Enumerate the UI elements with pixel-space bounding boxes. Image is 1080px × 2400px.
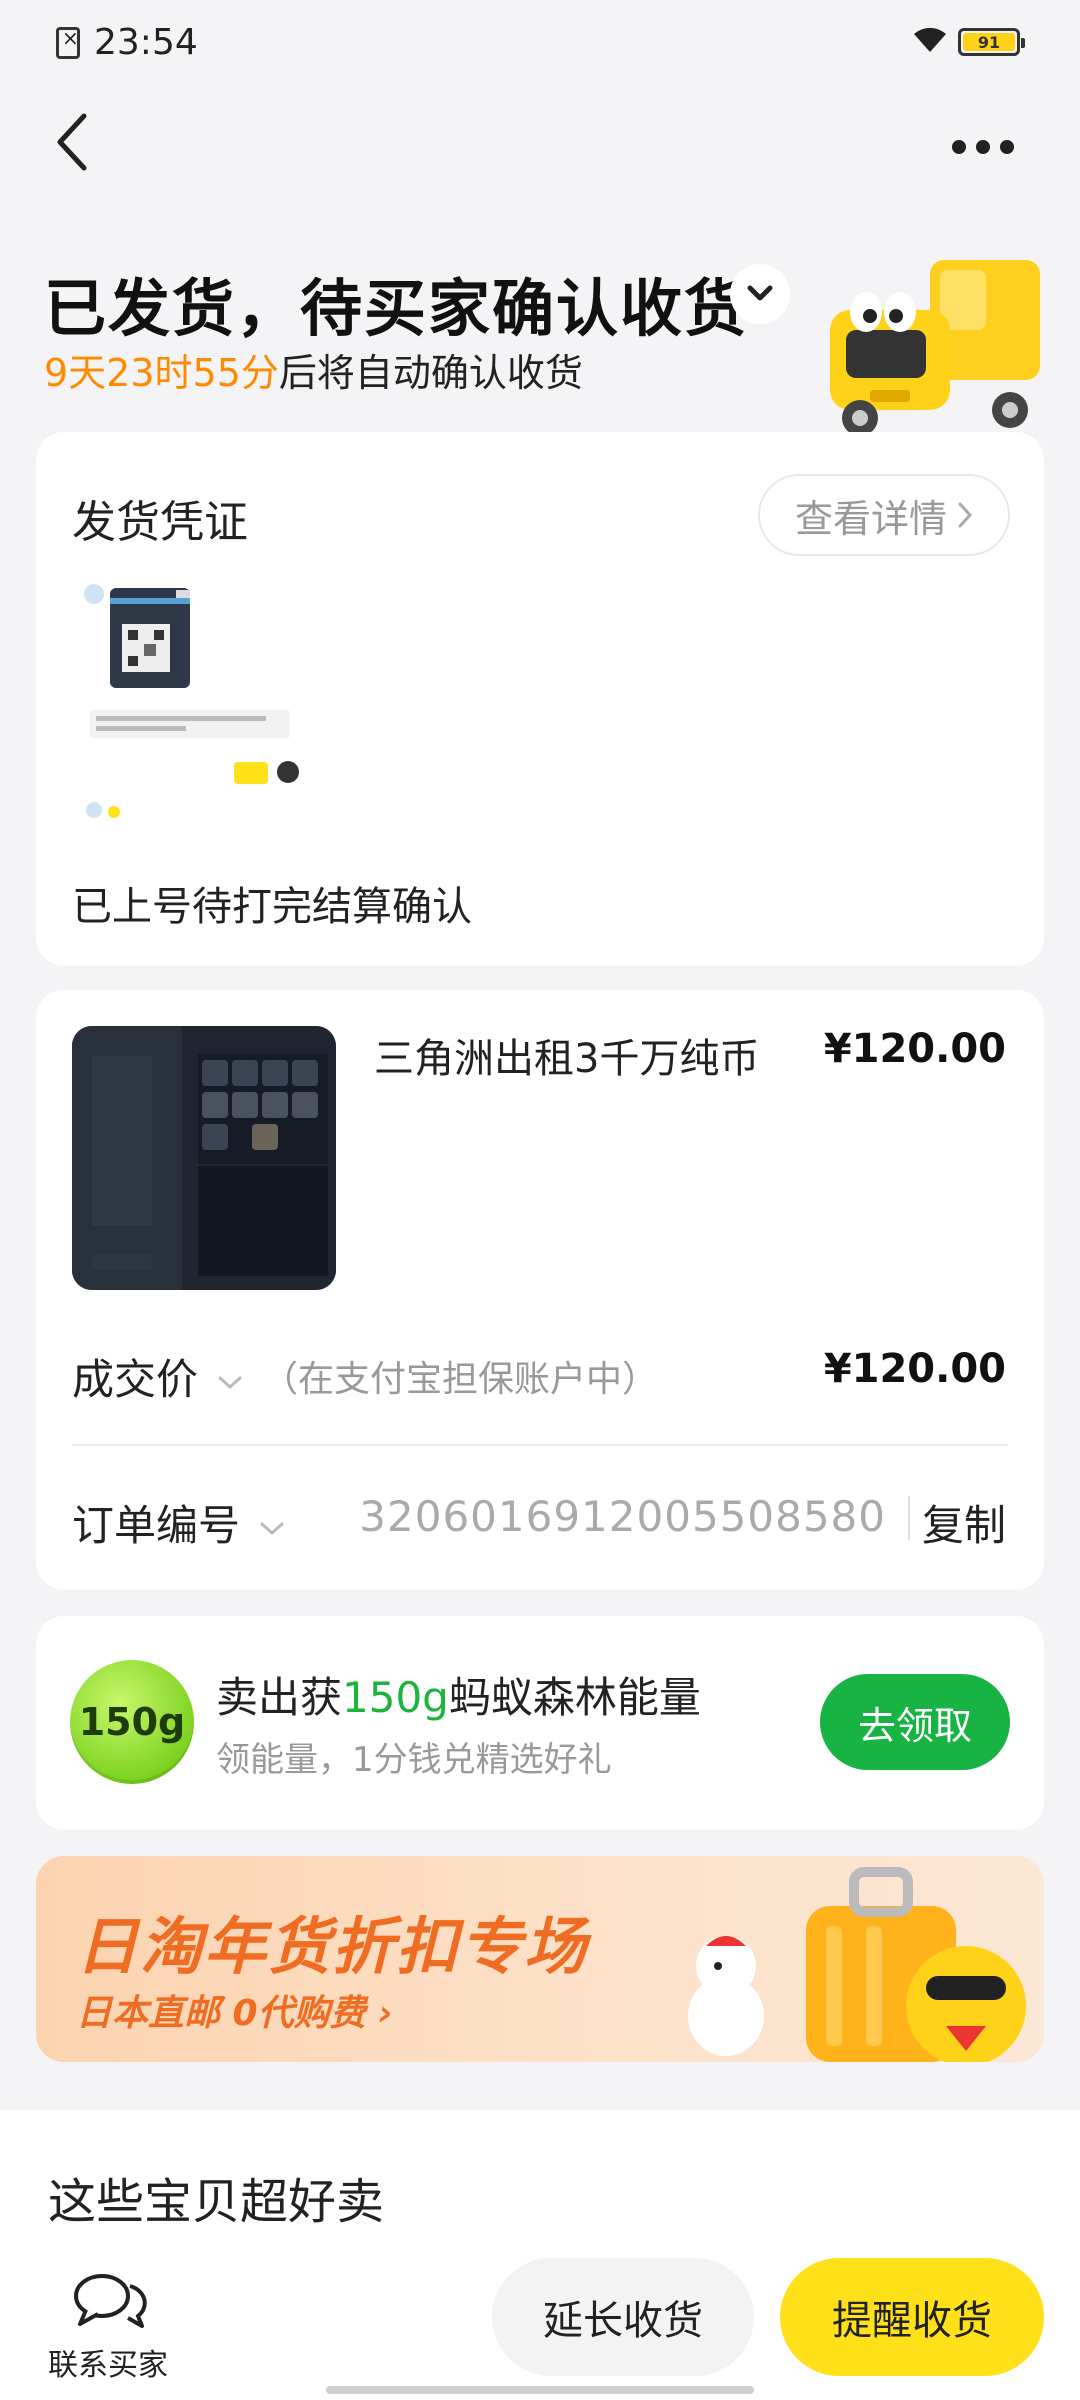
battery-icon: 91 [958,28,1025,56]
countdown-time: 9天23时55分 [44,351,279,395]
contact-buyer-button[interactable]: 联系买家 [48,2270,168,2384]
view-details-button[interactable]: 查看详情 [758,474,1010,556]
energy-title: 卖出获150g蚂蚁森林能量 [216,1664,701,1725]
chevron-left-icon [57,113,87,171]
extend-receipt-button[interactable]: 延长收货 [492,2258,754,2376]
deal-price-label[interactable]: 成交价 [72,1346,243,1407]
order-number-label-text: 订单编号 [72,1501,241,1550]
chat-bubble-icon [74,2274,147,2328]
chevron-down-icon [218,1376,242,1389]
order-info-card: 三角洲出租3千万纯币 ¥120.00 成交价 （在支付宝担保账户中） ¥120.… [36,990,1044,1590]
claim-energy-button[interactable]: 去领取 [820,1674,1010,1770]
countdown-suffix: 后将自动确认收货 [278,351,583,395]
product-name[interactable]: 三角洲出租3千万纯币 [374,1026,759,1084]
energy-subtitle: 领能量，1分钱兑精选好礼 [216,1740,612,1780]
recommend-title: 这些宝贝超好卖 [48,2174,385,2230]
expand-status-button[interactable] [730,264,790,324]
chevron-right-icon [958,502,973,528]
more-dot-icon [952,140,966,154]
deal-price-label-text: 成交价 [72,1355,199,1404]
voucher-screenshot-image[interactable] [80,582,310,822]
battery-level: 91 [963,33,1015,52]
more-options-button[interactable] [952,140,1016,154]
voucher-caption: 已上号待打完结算确认 [72,884,472,930]
wifi-icon [910,22,950,64]
voucher-title: 发货凭证 [72,497,248,548]
energy-badge-icon: 150g [70,1660,194,1784]
status-bar-time: 23:54 [56,22,198,63]
back-button[interactable] [52,110,92,174]
separator [908,1496,910,1540]
remind-receipt-button[interactable]: 提醒收货 [780,2258,1044,2376]
escrow-note: （在支付宝担保账户中） [262,1359,659,1400]
order-status-title: 已发货，待买家确认收货 [44,272,749,345]
chevron-down-icon [260,1522,284,1535]
chevron-down-icon [747,285,773,301]
more-dot-icon [1000,140,1014,154]
energy-title-prefix: 卖出获 [216,1673,343,1722]
energy-title-suffix: 蚂蚁森林能量 [448,1673,701,1722]
no-sim-icon [56,26,80,59]
energy-amount: 150g [342,1673,449,1722]
view-details-label: 查看详情 [794,496,947,541]
divider [72,1444,1008,1446]
deal-price-value: ¥120.00 [823,1346,1006,1392]
order-number-value: 3206016912005508580 [359,1492,886,1541]
product-thumbnail[interactable] [72,1026,336,1290]
order-number-label[interactable]: 订单编号 [72,1492,285,1553]
copy-order-number-button[interactable]: 复制 [922,1492,1006,1553]
delivery-truck-illustration [820,250,1050,440]
banner-title: 日淘年货折扣专场 [76,1910,589,1983]
product-price: ¥120.00 [823,1026,1006,1072]
more-dot-icon [976,140,990,154]
home-indicator[interactable] [326,2386,754,2394]
forest-energy-card: 150g 卖出获150g蚂蚁森林能量 领能量，1分钱兑精选好礼 去领取 [36,1616,1044,1830]
auto-confirm-countdown: 9天23时55分后将自动确认收货 [44,342,583,397]
banner-illustration [688,1867,1026,2062]
banner-subtitle: 日本直邮 0代购费 › [76,1993,393,2034]
delivery-voucher-card: 发货凭证 查看详情 已上号待打完结算确认 [36,432,1044,966]
contact-buyer-label: 联系买家 [48,2348,168,2383]
time-text: 23:54 [94,22,198,63]
promo-banner[interactable]: 日淘年货折扣专场 日本直邮 0代购费 › [36,1856,1044,2062]
